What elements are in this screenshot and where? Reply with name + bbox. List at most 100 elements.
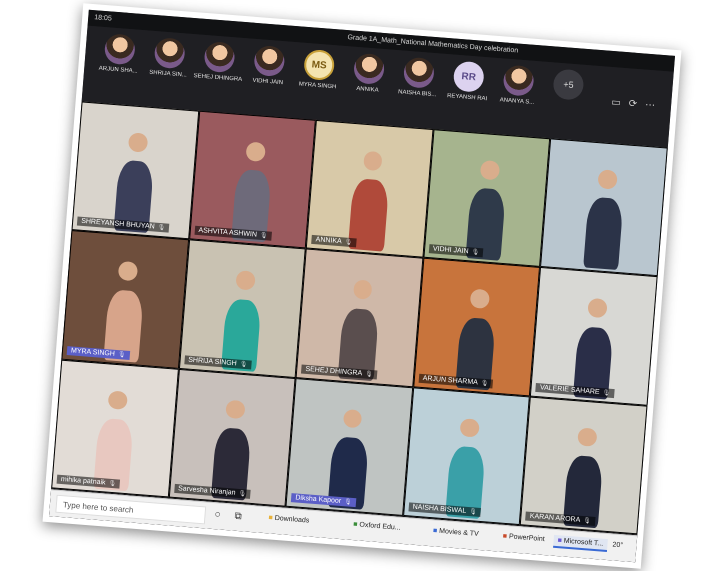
tile-name: NAISHA BISWAL (412, 503, 467, 515)
mic-icon: 🎙 (108, 480, 117, 488)
taskbar-search-input[interactable]: Type here to search (55, 494, 207, 525)
participant-9[interactable]: +5 (541, 68, 595, 105)
taskbar-app-movies[interactable]: ■ Movies & TV (429, 525, 483, 540)
video-tile[interactable]: SHRIJA SINGH 🎙 (178, 239, 306, 378)
person-head (245, 141, 266, 162)
share-icon[interactable]: ⟳ (628, 98, 645, 110)
video-tile[interactable]: VALERIE SAHARE 🎙 (530, 267, 658, 406)
participant-avatar (352, 52, 386, 86)
person-head (459, 417, 480, 438)
participant-avatar (502, 64, 535, 97)
participant-avatar: +5 (552, 68, 585, 101)
taskbar-app-label: Downloads (274, 514, 310, 525)
tile-name: mihika patnaik (60, 475, 106, 487)
mic-icon: 🎙 (238, 490, 247, 498)
participant-name: NAISHA BIS... (397, 89, 437, 99)
tile-name: SHRIJA SINGH (187, 356, 238, 368)
participant-avatar (203, 40, 236, 74)
taskbar-app-powerpoint[interactable]: ■ PowerPoint (498, 531, 549, 546)
person-head (128, 132, 149, 153)
taskbar-app-label: PowerPoint (508, 533, 545, 544)
video-tile[interactable]: SEHEJ DHINGRA 🎙 (295, 248, 424, 387)
person-head (225, 399, 246, 420)
person-head (469, 288, 491, 310)
participant-name: REYANSH RAI (446, 93, 488, 103)
more-icon[interactable]: ⋯ (645, 100, 664, 112)
taskbar-app-teams[interactable]: ■ Microsoft T... (553, 534, 608, 553)
participant-6[interactable]: NAISHA BIS... (391, 56, 446, 99)
meeting-screen: 18:05 Grade 1A_Math_National Mathematics… (48, 9, 676, 563)
participant-5[interactable]: ANNIKA (341, 52, 396, 95)
participant-avatar (402, 56, 436, 89)
temperature: 20° (612, 541, 624, 550)
mic-icon: 🎙 (157, 225, 166, 232)
mic-icon: 🎙 (468, 509, 478, 516)
participant-3[interactable]: VIDHI JAIN (242, 44, 297, 87)
video-tile[interactable]: Sarvesha Niranjan 🎙 (168, 368, 296, 507)
participant-name: SHRIJA SIN... (149, 69, 188, 79)
participant-avatar (153, 37, 186, 70)
tile-name: VIDHI JAIN (432, 245, 469, 256)
photo-frame: 18:05 Grade 1A_Math_National Mathematics… (42, 3, 682, 569)
video-tile[interactable]: ANNIKA 🎙 (305, 119, 434, 259)
tile-name: ANNIKA (315, 236, 342, 246)
participant-avatar: RR (452, 60, 485, 93)
mic-icon: 🎙 (364, 371, 373, 378)
taskbar-app-folder[interactable]: ■ Downloads (264, 512, 314, 527)
tile-name: KARAN ARORA (529, 512, 581, 524)
cortana-icon[interactable]: ○ (214, 509, 221, 520)
video-tile[interactable]: SHREYANSH BHUYAN 🎙 (71, 101, 199, 240)
participant-4[interactable]: MS MYRA SINGH (291, 48, 346, 91)
person-body (582, 196, 624, 271)
meeting-controls[interactable]: ▭⟳⋯ (611, 97, 664, 112)
person-head (342, 408, 363, 429)
person-head (107, 390, 129, 411)
participant-avatar (103, 33, 136, 66)
taskbar-app-label: Oxford Edu... (359, 521, 401, 532)
video-tile[interactable]: mihika patnaik 🎙 (51, 359, 179, 498)
mic-icon: 🎙 (602, 389, 611, 397)
camera-icon[interactable]: ▭ (611, 97, 629, 109)
mic-icon: 🎙 (471, 249, 480, 257)
task-view-icon[interactable]: ⧉ (234, 511, 242, 523)
participant-name: SEHEJ DHINGRA (193, 73, 243, 83)
person-head (576, 426, 598, 448)
mic-icon: 🎙 (259, 233, 268, 240)
participant-name: ANANYA S... (499, 97, 535, 106)
video-tile[interactable]: VIDHI JAIN 🎙 (423, 129, 551, 268)
person-head (235, 270, 256, 291)
clock: 18:05 (93, 14, 112, 23)
participant-name: VIDHI JAIN (252, 77, 284, 87)
participant-name: MYRA SINGH (298, 81, 337, 91)
video-grid: SHREYANSH BHUYAN 🎙 ASHVITA ASHWIN 🎙 ANNIKA 🎙 V… (48, 101, 668, 563)
video-tile[interactable]: ASHVITA ASHWIN 🎙 (188, 110, 317, 249)
person-head (587, 297, 608, 319)
taskbar-app-label: Movies & TV (438, 527, 479, 538)
participant-0[interactable]: ARJUN SHA... (92, 32, 147, 75)
person-head (362, 150, 383, 171)
video-tile[interactable]: Diksha Kapoor 🎙 (285, 377, 414, 516)
video-tile[interactable]: MYRA SINGH 🎙 (61, 230, 189, 369)
mic-icon: 🎙 (480, 380, 489, 387)
mic-icon: 🎙 (344, 239, 353, 247)
participant-name (541, 100, 593, 104)
participant-name: ARJUN SHA... (98, 65, 138, 75)
mic-icon: 🎙 (239, 361, 248, 368)
video-tile[interactable] (540, 138, 668, 277)
mic-icon: 🎙 (117, 351, 126, 359)
video-tile[interactable]: NAISHA BISWAL 🎙 (402, 386, 531, 526)
taskbar-app-chrome[interactable]: ■ Oxford Edu... (349, 519, 405, 534)
participant-7[interactable]: RR REYANSH RAI (441, 60, 496, 103)
participant-avatar (253, 44, 286, 78)
tile-name: ARJUN SHARMA (422, 374, 479, 387)
person-head (597, 169, 618, 190)
mic-icon: 🎙 (343, 499, 352, 506)
video-tile[interactable]: ARJUN SHARMA 🎙 (413, 258, 541, 397)
participant-1[interactable]: SHRIJA SIN... (142, 36, 197, 79)
person-head (352, 279, 373, 300)
video-tile[interactable]: KARAN ARORA 🎙 (520, 396, 648, 535)
participant-8[interactable]: ANANYA S... (491, 64, 546, 107)
participant-avatar: MS (303, 48, 336, 82)
taskbar-app-label: Microsoft T... (563, 537, 604, 548)
participant-2[interactable]: SEHEJ DHINGRA (192, 40, 247, 83)
